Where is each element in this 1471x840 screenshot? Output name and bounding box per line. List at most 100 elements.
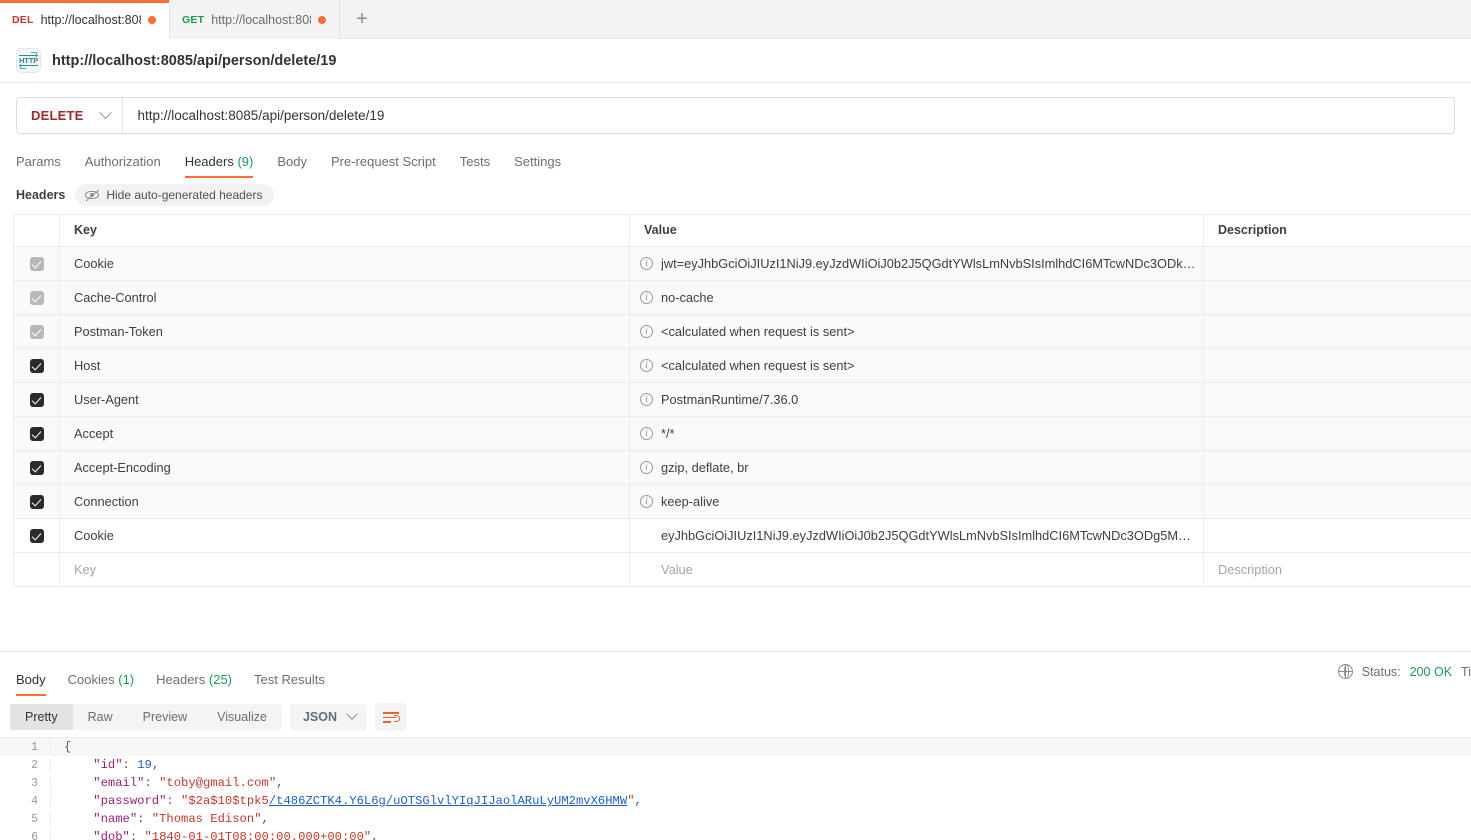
- headers-subbar: Headers Hide auto-generated headers: [0, 178, 1471, 214]
- column-value: Value: [629, 214, 1204, 247]
- row-checkbox-cell[interactable]: [13, 314, 60, 349]
- table-header-row: Key Value Description: [13, 214, 1471, 247]
- header-key-cell[interactable]: Host: [59, 348, 630, 383]
- row-checkbox-cell[interactable]: [13, 280, 60, 315]
- checkbox-icon[interactable]: [29, 291, 44, 306]
- header-key-cell[interactable]: Connection: [59, 484, 630, 519]
- row-checkbox-cell[interactable]: [13, 382, 60, 417]
- info-icon[interactable]: i: [640, 359, 653, 372]
- checkbox-icon[interactable]: [29, 359, 44, 374]
- info-icon[interactable]: i: [640, 291, 653, 304]
- header-value-cell[interactable]: i gzip, deflate, br: [629, 450, 1204, 485]
- header-description-cell[interactable]: [1203, 280, 1471, 315]
- info-icon[interactable]: i: [640, 461, 653, 474]
- header-key-cell[interactable]: Cache-Control: [59, 280, 630, 315]
- header-description-cell[interactable]: [1203, 382, 1471, 417]
- checkbox-icon[interactable]: [29, 393, 44, 408]
- header-value-cell[interactable]: i no-cache: [629, 280, 1204, 315]
- new-header-key-input[interactable]: Key: [59, 552, 630, 587]
- header-description-cell[interactable]: [1203, 314, 1471, 349]
- checkbox-icon[interactable]: [29, 257, 44, 272]
- code-link[interactable]: /t486ZCTK4.Y6L6g/uOTSGlvlYIqJIJaolARuLyU…: [269, 794, 627, 808]
- info-icon[interactable]: i: [640, 257, 653, 270]
- new-header-description-input[interactable]: Description: [1203, 552, 1471, 587]
- row-checkbox-cell[interactable]: [13, 484, 60, 519]
- new-header-value-input[interactable]: Value: [629, 552, 1204, 587]
- header-key-cell[interactable]: Cookie: [59, 518, 630, 553]
- header-value-cell[interactable]: i <calculated when request is sent>: [629, 348, 1204, 383]
- info-icon[interactable]: i: [640, 495, 653, 508]
- code-token: {: [64, 740, 72, 754]
- header-value-text: <calculated when request is sent>: [661, 358, 855, 373]
- code-line: 3 "email": "toby@gmail.com",: [0, 774, 1471, 792]
- response-format-select[interactable]: JSON: [289, 704, 367, 730]
- table-row: Cookie eyJhbGciOiJIUzI1NiJ9.eyJzdWIiOiJ0b…: [13, 518, 1471, 553]
- response-format-label: JSON: [302, 710, 337, 724]
- info-icon[interactable]: i: [640, 393, 653, 406]
- view-mode-raw[interactable]: Raw: [72, 704, 128, 730]
- row-checkbox-cell[interactable]: [13, 552, 60, 587]
- response-tab-body[interactable]: Body: [16, 672, 57, 696]
- http-method-select[interactable]: DELETE: [17, 98, 124, 133]
- header-key-cell[interactable]: Accept-Encoding: [59, 450, 630, 485]
- header-description-cell[interactable]: [1203, 416, 1471, 451]
- response-section-tabs: Body Cookies (1) Headers (25) Test Resul…: [0, 652, 1471, 696]
- header-description-cell[interactable]: [1203, 450, 1471, 485]
- table-row: Cookie i jwt=eyJhbGciOiJIUzI1NiJ9.eyJzdWIi…: [13, 246, 1471, 281]
- checkbox-icon[interactable]: [29, 427, 44, 442]
- info-icon[interactable]: i: [640, 325, 653, 338]
- tab-pre-request-script[interactable]: Pre-request Script: [319, 154, 448, 178]
- row-checkbox-cell[interactable]: [13, 416, 60, 451]
- header-key-cell[interactable]: Postman-Token: [59, 314, 630, 349]
- header-value-cell[interactable]: i PostmanRuntime/7.36.0: [629, 382, 1204, 417]
- code-line: 1{: [0, 738, 1471, 756]
- checkbox-icon[interactable]: [29, 325, 44, 340]
- header-value-cell[interactable]: eyJhbGciOiJIUzI1NiJ9.eyJzdWIiOiJ0b2J5QGd…: [629, 518, 1204, 553]
- header-description-cell[interactable]: [1203, 348, 1471, 383]
- status-label: Status:: [1361, 664, 1401, 679]
- tab-name: http://localhost:8085/a: [211, 12, 311, 27]
- request-tab-0[interactable]: DEL http://localhost:8085/a: [0, 0, 170, 39]
- new-tab-button[interactable]: +: [340, 0, 384, 38]
- row-checkbox-cell[interactable]: [13, 348, 60, 383]
- checkbox-icon[interactable]: [29, 495, 44, 510]
- tab-params[interactable]: Params: [16, 154, 73, 178]
- response-tab-test-results[interactable]: Test Results: [243, 672, 336, 696]
- tab-method-badge: DEL: [12, 13, 34, 26]
- tab-label: Authorization: [84, 154, 161, 169]
- checkbox-icon[interactable]: [29, 529, 44, 544]
- row-checkbox-cell[interactable]: [13, 450, 60, 485]
- header-value-cell[interactable]: i */*: [629, 416, 1204, 451]
- tab-tests[interactable]: Tests: [448, 154, 502, 178]
- hide-auto-generated-headers-button[interactable]: Hide auto-generated headers: [75, 184, 275, 206]
- tab-headers[interactable]: Headers (9): [173, 154, 266, 178]
- code-line: 4 "password": "$2a$10$tpk5/t486ZCTK4.Y6L…: [0, 792, 1471, 810]
- header-key-cell[interactable]: Accept: [59, 416, 630, 451]
- row-checkbox-cell[interactable]: [13, 246, 60, 281]
- request-tab-1[interactable]: GET http://localhost:8085/a: [170, 0, 340, 39]
- word-wrap-button[interactable]: [375, 703, 407, 731]
- response-body-code-viewer[interactable]: 1{2 "id": 19, 3 "email": "toby@gmail.com"…: [0, 737, 1471, 840]
- row-checkbox-cell[interactable]: [13, 518, 60, 553]
- url-input[interactable]: http://localhost:8085/api/person/delete/…: [123, 98, 1454, 133]
- header-value-cell[interactable]: i keep-alive: [629, 484, 1204, 519]
- response-tab-headers[interactable]: Headers (25): [145, 672, 243, 696]
- tab-body[interactable]: Body: [265, 154, 319, 178]
- header-description-cell[interactable]: [1203, 246, 1471, 281]
- checkbox-icon[interactable]: [29, 461, 44, 476]
- header-key-cell[interactable]: Cookie: [59, 246, 630, 281]
- view-mode-preview[interactable]: Preview: [127, 704, 203, 730]
- header-description-cell[interactable]: [1203, 484, 1471, 519]
- table-row: Connection i keep-alive: [13, 484, 1471, 519]
- tab-authorization[interactable]: Authorization: [73, 154, 173, 178]
- line-number: 3: [31, 776, 38, 790]
- view-mode-pretty[interactable]: Pretty: [10, 704, 73, 730]
- header-value-cell[interactable]: i jwt=eyJhbGciOiJIUzI1NiJ9.eyJzdWIiOiJ0b2…: [629, 246, 1204, 281]
- header-key-cell[interactable]: User-Agent: [59, 382, 630, 417]
- response-tab-cookies[interactable]: Cookies (1): [57, 672, 145, 696]
- info-icon[interactable]: i: [640, 427, 653, 440]
- header-description-cell[interactable]: [1203, 518, 1471, 553]
- header-value-cell[interactable]: i <calculated when request is sent>: [629, 314, 1204, 349]
- tab-settings[interactable]: Settings: [502, 154, 573, 178]
- view-mode-visualize[interactable]: Visualize: [202, 704, 282, 730]
